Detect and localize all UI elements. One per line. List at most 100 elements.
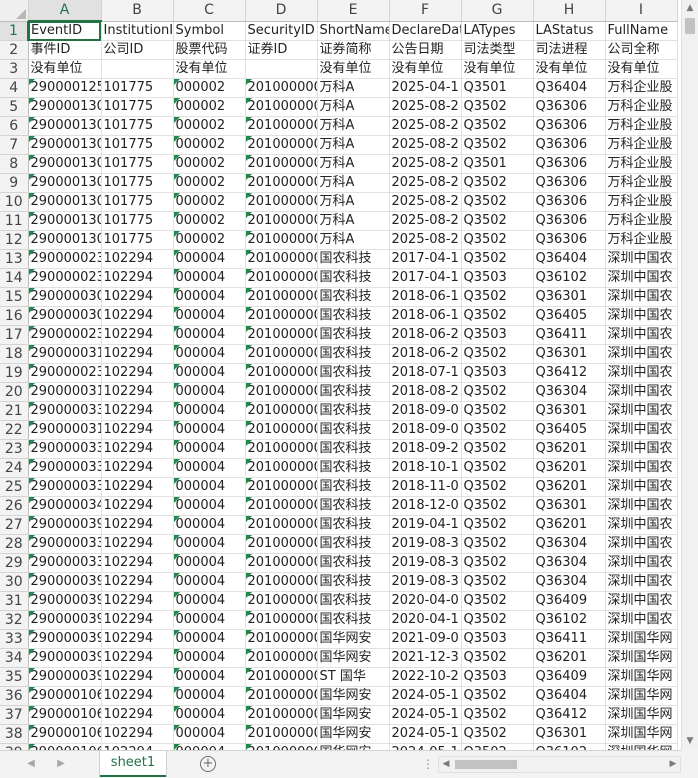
cell-d12[interactable]: 201000000 <box>245 230 318 250</box>
cell-i7[interactable]: 万科企业股 <box>605 135 678 155</box>
cell-a32[interactable]: 290000039 <box>28 610 102 630</box>
cell-i36[interactable]: 深圳国华网 <box>605 686 678 706</box>
cell-e18[interactable]: 国农科技 <box>317 344 390 364</box>
cell-g38[interactable]: Q3502 <box>461 724 534 744</box>
cell-i17[interactable]: 深圳中国农 <box>605 325 678 345</box>
row-header[interactable]: 3 <box>0 59 29 79</box>
cell-f29[interactable]: 2019-08-3 <box>389 553 462 573</box>
cell-c30[interactable]: 000004 <box>173 572 246 592</box>
row-header[interactable]: 29 <box>0 553 29 573</box>
row-header[interactable]: 1 <box>0 21 29 41</box>
cell-i33[interactable]: 深圳国华网 <box>605 629 678 649</box>
cell-b16[interactable]: 102294 <box>101 306 174 326</box>
cell-g15[interactable]: Q3502 <box>461 287 534 307</box>
cell-a25[interactable]: 290000033 <box>28 477 102 497</box>
cell-h24[interactable]: Q36201 <box>533 458 606 478</box>
cell-c24[interactable]: 000004 <box>173 458 246 478</box>
cell-g17[interactable]: Q3503 <box>461 325 534 345</box>
cell-i35[interactable]: 深圳国华网 <box>605 667 678 687</box>
cell-f4[interactable]: 2025-04-1 <box>389 78 462 98</box>
cell-g16[interactable]: Q3502 <box>461 306 534 326</box>
cell-f27[interactable]: 2019-04-1 <box>389 515 462 535</box>
column-header-g[interactable]: G <box>461 0 534 22</box>
cell-g5[interactable]: Q3502 <box>461 97 534 117</box>
cell-b5[interactable]: 101775 <box>101 97 174 117</box>
cell-d6[interactable]: 201000000 <box>245 116 318 136</box>
cell-b31[interactable]: 102294 <box>101 591 174 611</box>
cell-b11[interactable]: 101775 <box>101 211 174 231</box>
cell-h7[interactable]: Q36306 <box>533 135 606 155</box>
cell-e36[interactable]: 国华网安 <box>317 686 390 706</box>
cell-b36[interactable]: 102294 <box>101 686 174 706</box>
row-header[interactable]: 20 <box>0 382 29 402</box>
cell-d14[interactable]: 201000000 <box>245 268 318 288</box>
row-header[interactable]: 37 <box>0 705 29 725</box>
cell-d32[interactable]: 201000000 <box>245 610 318 630</box>
cell-g2[interactable]: 司法类型 <box>461 40 534 60</box>
cell-a19[interactable]: 290000023 <box>28 363 102 383</box>
row-header[interactable]: 4 <box>0 78 29 98</box>
cell-e13[interactable]: 国农科技 <box>317 249 390 269</box>
cell-a2[interactable]: 事件ID <box>28 40 102 60</box>
cell-f24[interactable]: 2018-10-1 <box>389 458 462 478</box>
row-header[interactable]: 34 <box>0 648 29 668</box>
cell-d8[interactable]: 201000000 <box>245 154 318 174</box>
row-header[interactable]: 14 <box>0 268 29 288</box>
scroll-right-arrow-icon[interactable]: ▶ <box>666 757 680 772</box>
cell-i14[interactable]: 深圳中国农 <box>605 268 678 288</box>
cell-b28[interactable]: 102294 <box>101 534 174 554</box>
cell-e28[interactable]: 国农科技 <box>317 534 390 554</box>
cell-g10[interactable]: Q3502 <box>461 192 534 212</box>
cell-h36[interactable]: Q36404 <box>533 686 606 706</box>
cell-e38[interactable]: 国华网安 <box>317 724 390 744</box>
cell-i8[interactable]: 万科企业股 <box>605 154 678 174</box>
tab-split-handle-icon[interactable]: ⋮ <box>422 757 435 771</box>
cell-i16[interactable]: 深圳中国农 <box>605 306 678 326</box>
row-header[interactable]: 33 <box>0 629 29 649</box>
vertical-scroll-thumb[interactable] <box>685 18 695 34</box>
cell-b3[interactable] <box>101 59 174 79</box>
scroll-left-arrow-icon[interactable]: ◀ <box>439 757 453 772</box>
cell-a10[interactable]: 290000130 <box>28 192 102 212</box>
cell-b25[interactable]: 102294 <box>101 477 174 497</box>
cell-f21[interactable]: 2018-09-0 <box>389 401 462 421</box>
row-header[interactable]: 24 <box>0 458 29 478</box>
cell-i12[interactable]: 万科企业股 <box>605 230 678 250</box>
cell-d4[interactable]: 201000000 <box>245 78 318 98</box>
spreadsheet-grid[interactable]: ABCDEFGHI 1 EventID InstitutionI Symbol Secu… <box>0 0 681 750</box>
cell-e15[interactable]: 国农科技 <box>317 287 390 307</box>
cell-f10[interactable]: 2025-08-2 <box>389 192 462 212</box>
cell-f32[interactable]: 2020-04-1 <box>389 610 462 630</box>
cell-d1[interactable]: SecurityID <box>245 21 318 41</box>
cell-c23[interactable]: 000004 <box>173 439 246 459</box>
horizontal-scrollbar[interactable]: ◀ ▶ <box>438 756 681 773</box>
cell-d30[interactable]: 201000000 <box>245 572 318 592</box>
cell-c27[interactable]: 000004 <box>173 515 246 535</box>
cell-h12[interactable]: Q36306 <box>533 230 606 250</box>
cell-f25[interactable]: 2018-11-0 <box>389 477 462 497</box>
cell-f35[interactable]: 2022-10-2 <box>389 667 462 687</box>
row-header[interactable]: 25 <box>0 477 29 497</box>
cell-a28[interactable]: 290000033 <box>28 534 102 554</box>
cell-h2[interactable]: 司法进程 <box>533 40 606 60</box>
cell-h26[interactable]: Q36301 <box>533 496 606 516</box>
cell-d26[interactable]: 201000000 <box>245 496 318 516</box>
scroll-down-arrow-icon[interactable]: ▼ <box>682 733 698 750</box>
cell-b8[interactable]: 101775 <box>101 154 174 174</box>
cell-g21[interactable]: Q3502 <box>461 401 534 421</box>
cell-b1[interactable]: InstitutionI <box>101 21 174 41</box>
cell-g32[interactable]: Q3502 <box>461 610 534 630</box>
cell-d15[interactable]: 201000000 <box>245 287 318 307</box>
cell-h30[interactable]: Q36304 <box>533 572 606 592</box>
cell-c38[interactable]: 000004 <box>173 724 246 744</box>
row-header[interactable]: 10 <box>0 192 29 212</box>
cell-h10[interactable]: Q36306 <box>533 192 606 212</box>
cell-e25[interactable]: 国农科技 <box>317 477 390 497</box>
cell-e12[interactable]: 万科A <box>317 230 390 250</box>
cell-b4[interactable]: 101775 <box>101 78 174 98</box>
cell-d20[interactable]: 201000000 <box>245 382 318 402</box>
cell-b37[interactable]: 102294 <box>101 705 174 725</box>
cell-f31[interactable]: 2020-04-0 <box>389 591 462 611</box>
cell-f13[interactable]: 2017-04-1 <box>389 249 462 269</box>
cell-e17[interactable]: 国农科技 <box>317 325 390 345</box>
